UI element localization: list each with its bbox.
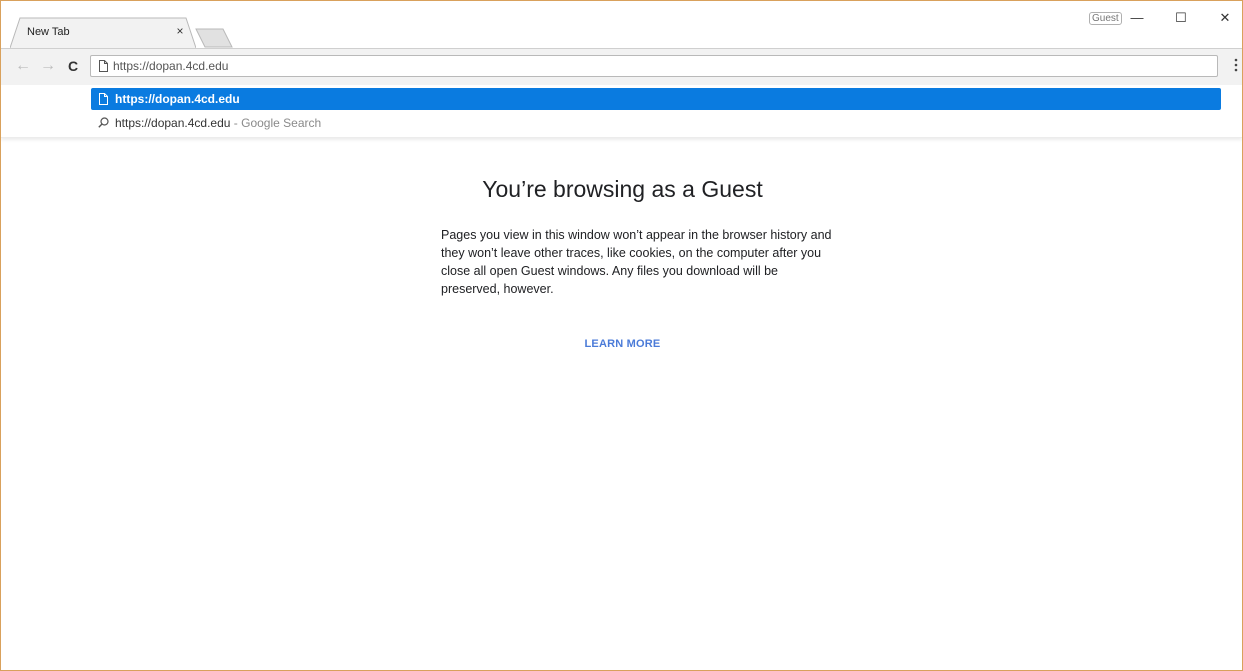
close-tab-icon[interactable]: × bbox=[173, 24, 187, 38]
menu-icon[interactable] bbox=[1233, 58, 1239, 74]
page-icon bbox=[99, 60, 108, 72]
suggestion-url-text: https://dopan.4cd.edu bbox=[115, 92, 240, 106]
omnibox-dropdown: https://dopan.4cd.edu https://dopan.4cd.… bbox=[1, 85, 1242, 138]
close-window-button[interactable]: ✕ bbox=[1205, 3, 1242, 33]
search-provider: Google Search bbox=[241, 116, 322, 130]
tab-new-tab[interactable]: New Tab × bbox=[10, 17, 196, 48]
suggestion-url-selected[interactable]: https://dopan.4cd.edu bbox=[91, 88, 1221, 110]
minimize-button[interactable]: — bbox=[1117, 3, 1157, 33]
page-icon bbox=[99, 93, 108, 105]
new-tab-button[interactable] bbox=[195, 28, 233, 48]
tab-title: New Tab bbox=[27, 26, 70, 38]
reload-icon[interactable]: C bbox=[62, 55, 84, 77]
title-bar: New Tab × Guest — ☐ ✕ bbox=[1, 1, 1242, 48]
guest-description: Pages you view in this window won’t appe… bbox=[441, 228, 832, 296]
maximize-button[interactable]: ☐ bbox=[1161, 3, 1201, 33]
learn-more-link[interactable]: LEARN MORE bbox=[1, 338, 1242, 350]
search-query: https://dopan.4cd.edu bbox=[115, 116, 231, 130]
guest-page: You’re browsing as a Guest Pages you vie… bbox=[1, 138, 1242, 668]
suggestion-search[interactable]: https://dopan.4cd.edu - Google Search bbox=[91, 113, 1221, 133]
address-bar[interactable] bbox=[90, 55, 1218, 77]
back-arrow-icon[interactable]: ← bbox=[12, 55, 34, 77]
suggestion-search-text: https://dopan.4cd.edu - Google Search bbox=[115, 116, 321, 130]
address-input[interactable] bbox=[113, 57, 1193, 75]
browser-window: New Tab × Guest — ☐ ✕ ← → C https://dopa… bbox=[0, 0, 1243, 671]
search-separator: - bbox=[230, 116, 242, 130]
forward-arrow-icon[interactable]: → bbox=[37, 55, 59, 77]
page-title: You’re browsing as a Guest bbox=[482, 176, 763, 202]
search-icon bbox=[98, 117, 109, 128]
toolbar: ← → C bbox=[1, 48, 1242, 85]
